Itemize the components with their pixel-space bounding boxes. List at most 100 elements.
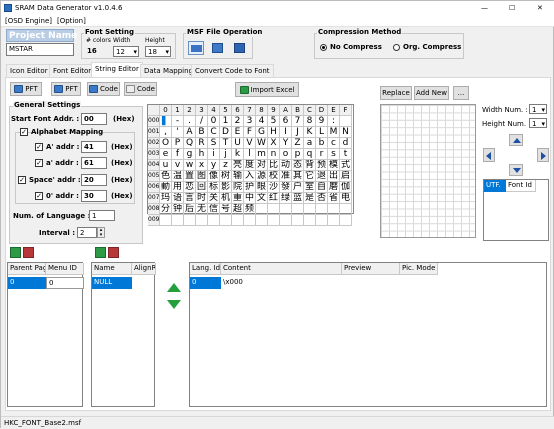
font-glyph-cell[interactable]: v: [172, 160, 184, 171]
font-glyph-cell[interactable]: 蓝: [292, 193, 304, 204]
font-glyph-cell[interactable]: P: [172, 138, 184, 149]
font-glyph-cell[interactable]: 1: [220, 116, 232, 127]
font-glyph-cell[interactable]: t: [340, 149, 352, 160]
font-glyph-cell[interactable]: R: [196, 138, 208, 149]
font-glyph-cell[interactable]: [340, 215, 352, 226]
font-glyph-cell[interactable]: 是: [304, 193, 316, 204]
font-glyph-cell[interactable]: 磨: [328, 182, 340, 193]
font-glyph-cell[interactable]: [340, 116, 352, 127]
font-glyph-cell[interactable]: 眼: [256, 182, 268, 193]
font-glyph-cell[interactable]: 文: [256, 193, 268, 204]
maximize-button[interactable]: ☐: [509, 3, 515, 13]
font-glyph-cell[interactable]: 它: [304, 171, 316, 182]
tab-string-editor[interactable]: String Editor: [91, 62, 143, 77]
zero-addr-input[interactable]: 30: [81, 190, 107, 202]
font-glyph-cell[interactable]: z: [220, 160, 232, 171]
font-glyph-cell[interactable]: [280, 204, 292, 215]
font-glyph-cell[interactable]: :: [328, 116, 340, 127]
lang-id-cell[interactable]: 0: [190, 277, 221, 289]
font-glyph-cell[interactable]: M: [328, 127, 340, 138]
width-num-select[interactable]: 1: [529, 104, 547, 115]
code-export-button[interactable]: Code: [87, 82, 120, 96]
font-glyph-cell[interactable]: /: [196, 116, 208, 127]
font-glyph-cell[interactable]: 图: [196, 171, 208, 182]
font-glyph-cell[interactable]: y: [208, 160, 220, 171]
font-glyph-cell[interactable]: ▌: [160, 116, 172, 127]
org-compress-radio[interactable]: [393, 44, 400, 51]
font-glyph-cell[interactable]: [244, 215, 256, 226]
a-addr-checkbox[interactable]: ✓: [35, 159, 43, 167]
add-name-icon[interactable]: [95, 247, 106, 258]
font-glyph-cell[interactable]: h: [196, 149, 208, 160]
font-glyph-cell[interactable]: 式: [340, 160, 352, 171]
interval-spinner[interactable]: ▴ ▾: [97, 227, 105, 238]
font-glyph-cell[interactable]: 亮: [232, 160, 244, 171]
font-glyph-cell[interactable]: 校: [268, 171, 280, 182]
font-glyph-cell[interactable]: 7: [292, 116, 304, 127]
height-select[interactable]: 18: [145, 46, 171, 57]
pft-import-button[interactable]: PFT: [10, 82, 42, 96]
font-glyph-cell[interactable]: L: [316, 127, 328, 138]
font-glyph-cell[interactable]: 信: [208, 204, 220, 215]
font-glyph-cell[interactable]: f: [172, 149, 184, 160]
font-glyph-cell[interactable]: W: [256, 138, 268, 149]
parent-page-cell[interactable]: 0: [8, 277, 46, 289]
font-glyph-cell[interactable]: x: [196, 160, 208, 171]
font-glyph-cell[interactable]: w: [184, 160, 196, 171]
font-glyph-cell[interactable]: k: [232, 149, 244, 160]
font-glyph-cell[interactable]: m: [256, 149, 268, 160]
project-name-input[interactable]: MSTAR: [6, 43, 74, 56]
font-glyph-cell[interactable]: 動: [160, 182, 172, 193]
font-glyph-cell[interactable]: 护: [244, 182, 256, 193]
font-glyph-cell[interactable]: [220, 215, 232, 226]
font-glyph-cell[interactable]: [328, 204, 340, 215]
font-glyph-cell[interactable]: 准: [280, 171, 292, 182]
move-down-button[interactable]: [167, 299, 181, 311]
alphabet-mapping-checkbox[interactable]: ✓: [20, 128, 28, 136]
font-glyph-cell[interactable]: [232, 215, 244, 226]
font-glyph-cell[interactable]: j: [220, 149, 232, 160]
font-glyph-cell[interactable]: [328, 215, 340, 226]
font-glyph-cell[interactable]: [196, 215, 208, 226]
font-glyph-cell[interactable]: 度: [244, 160, 256, 171]
content-cell[interactable]: \x000: [221, 277, 342, 289]
export-icon[interactable]: [211, 41, 225, 55]
font-glyph-cell[interactable]: 温: [172, 171, 184, 182]
font-glyph-cell[interactable]: Z: [292, 138, 304, 149]
font-glyph-cell[interactable]: 院: [232, 182, 244, 193]
font-glyph-cell[interactable]: 玛: [160, 193, 172, 204]
font-glyph-cell[interactable]: 户: [292, 182, 304, 193]
font-glyph-cell[interactable]: 对: [256, 160, 268, 171]
font-glyph-cell[interactable]: D: [220, 127, 232, 138]
font-glyph-cell[interactable]: [304, 204, 316, 215]
font-glyph-cell[interactable]: 红: [268, 193, 280, 204]
font-glyph-cell[interactable]: J: [292, 127, 304, 138]
font-glyph-cell[interactable]: c: [328, 138, 340, 149]
menu-option[interactable]: [Option]: [57, 16, 86, 26]
font-glyph-cell[interactable]: E: [232, 127, 244, 138]
font-glyph-cell[interactable]: 回: [196, 182, 208, 193]
font-glyph-cell[interactable]: 0: [208, 116, 220, 127]
arrow-right-button[interactable]: [537, 148, 549, 162]
font-glyph-cell[interactable]: 频: [244, 204, 256, 215]
font-glyph-cell[interactable]: d: [340, 138, 352, 149]
num-language-input[interactable]: 1: [89, 210, 115, 221]
font-grid[interactable]: 0 1 2 3 4 5 6 7 8 9 A B C D E F 000 ▌ -./0 1 2 3 4 5 6 7 8 9:001, ' A…: [147, 104, 354, 226]
close-button[interactable]: ✕: [537, 3, 543, 13]
font-glyph-cell[interactable]: 超: [232, 204, 244, 215]
tab-convert-code-to-font[interactable]: Convert Code to Font: [191, 64, 274, 77]
font-glyph-cell[interactable]: 时: [196, 193, 208, 204]
font-glyph-cell[interactable]: V: [244, 138, 256, 149]
font-glyph-cell[interactable]: 6: [280, 116, 292, 127]
minimize-button[interactable]: —: [481, 3, 488, 13]
font-glyph-cell[interactable]: 退: [316, 171, 328, 182]
font-glyph-cell[interactable]: 钟: [172, 204, 184, 215]
a-addr-input[interactable]: 61: [81, 157, 107, 169]
font-glyph-cell[interactable]: 比: [268, 160, 280, 171]
font-glyph-cell[interactable]: F: [244, 127, 256, 138]
font-glyph-cell[interactable]: 9: [316, 116, 328, 127]
font-glyph-cell[interactable]: 关: [208, 193, 220, 204]
font-glyph-cell[interactable]: 影: [220, 182, 232, 193]
font-glyph-cell[interactable]: [268, 215, 280, 226]
font-glyph-cell[interactable]: 标: [208, 182, 220, 193]
